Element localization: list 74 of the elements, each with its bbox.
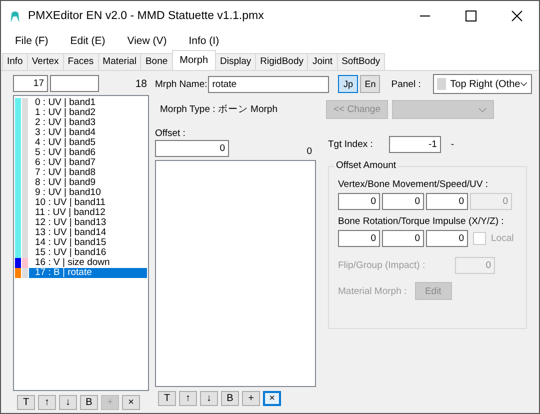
- offset-button[interactable]: +: [242, 391, 260, 406]
- offset-button[interactable]: B: [221, 391, 239, 406]
- morph-item[interactable]: 5 : UV | band6: [29, 148, 147, 158]
- window-title: PMXEditor EN v2.0 - MMD Statuette v1.1.pmx: [28, 10, 265, 22]
- offset-button[interactable]: T: [158, 391, 176, 406]
- tab[interactable]: RigidBody: [255, 53, 308, 70]
- panel-color-swatch: [436, 78, 446, 90]
- morph-item[interactable]: 4 : UV | band5: [29, 138, 147, 148]
- search-field[interactable]: [50, 75, 99, 92]
- tab[interactable]: Bone: [140, 53, 173, 70]
- offset-button[interactable]: ↓: [200, 391, 218, 406]
- morph-name-label: Mrph Name:: [155, 78, 208, 90]
- morph-item[interactable]: 10 : UV | band11: [29, 198, 147, 208]
- morph-item[interactable]: 2 : UV | band3: [29, 118, 147, 128]
- morph-item[interactable]: 12 : UV | band13: [29, 218, 147, 228]
- morph-item[interactable]: 13 : UV | band14: [29, 228, 147, 238]
- list-button[interactable]: ↓: [59, 395, 77, 410]
- tab[interactable]: Joint: [307, 53, 338, 70]
- rotation-label: Bone Rotation/Torque Impulse (X/Y/Z) :: [338, 216, 505, 227]
- morph-item[interactable]: 14 : UV | band15: [29, 238, 147, 248]
- morph-item[interactable]: 17 : B | rotate: [29, 268, 147, 278]
- flip-group-label: Flip/Group (Impact) :: [338, 260, 426, 271]
- offset-button[interactable]: ↑: [179, 391, 197, 406]
- morph-item[interactable]: 8 : UV | band9: [29, 178, 147, 188]
- menu-item[interactable]: Info (I): [188, 35, 220, 47]
- menu-item[interactable]: View (V): [127, 35, 167, 47]
- rotation-field[interactable]: 0: [338, 230, 380, 247]
- close-icon[interactable]: [511, 10, 523, 22]
- morph-item[interactable]: 16 : V | size down: [29, 258, 147, 268]
- rotation-field[interactable]: 0: [426, 230, 468, 247]
- panel-label: Panel :: [391, 78, 421, 90]
- index-field[interactable]: 17: [13, 75, 48, 92]
- morph-item[interactable]: 3 : UV | band4: [29, 128, 147, 138]
- language-button[interactable]: En: [360, 75, 380, 93]
- tab[interactable]: Vertex: [26, 53, 64, 70]
- list-button[interactable]: ↑: [38, 395, 56, 410]
- tab[interactable]: Faces: [62, 53, 99, 70]
- offset-count: 0: [306, 146, 312, 157]
- maximize-icon[interactable]: [465, 10, 477, 22]
- movement-field[interactable]: 0: [382, 193, 424, 210]
- offset-field[interactable]: 0: [155, 140, 229, 157]
- movement-field[interactable]: 0: [338, 193, 380, 210]
- tab[interactable]: SoftBody: [336, 53, 386, 70]
- menu-item[interactable]: File (F): [15, 35, 48, 47]
- rotation-field[interactable]: 0: [382, 230, 424, 247]
- morph-item[interactable]: 9 : UV | band10: [29, 188, 147, 198]
- movement-field[interactable]: 0: [426, 193, 468, 210]
- offset-button[interactable]: ×: [263, 391, 281, 406]
- app-icon: [9, 8, 21, 24]
- morph-item[interactable]: 0 : UV | band1: [29, 98, 147, 108]
- morph-type-label: Morph Type : ボーン Morph: [159, 103, 278, 116]
- morph-item[interactable]: 7 : UV | band8: [29, 168, 147, 178]
- list-button[interactable]: T: [17, 395, 35, 410]
- tab[interactable]: Display: [215, 53, 256, 70]
- morph-item[interactable]: 11 : UV | band12: [29, 208, 147, 218]
- morph-item[interactable]: 6 : UV | band7: [29, 158, 147, 168]
- material-morph-label: Material Morph :: [338, 286, 407, 296]
- morph-item[interactable]: 15 : UV | band16: [29, 248, 147, 258]
- list-button[interactable]: B: [80, 395, 98, 410]
- morph-count: 18: [135, 78, 147, 90]
- language-button[interactable]: Jp: [338, 75, 358, 93]
- movement-label: Vertex/Bone Movement/Speed/UV :: [338, 179, 489, 190]
- morph-item[interactable]: 1 : UV | band2: [29, 108, 147, 118]
- target-index-label: Tgt Index :: [328, 139, 373, 150]
- list-button[interactable]: ×: [122, 395, 140, 410]
- morph-name-field[interactable]: rotate: [208, 76, 330, 92]
- tab[interactable]: Material: [98, 53, 142, 70]
- menu-item[interactable]: Edit (E): [70, 35, 106, 47]
- group-title: Offset Amount: [334, 160, 398, 171]
- target-name: -: [450, 139, 454, 150]
- tab[interactable]: Info: [2, 53, 28, 70]
- panel-dropdown[interactable]: Top Right (Othe: [432, 74, 532, 94]
- offset-label: Offset :: [155, 128, 186, 139]
- target-index-field[interactable]: -1: [388, 136, 441, 153]
